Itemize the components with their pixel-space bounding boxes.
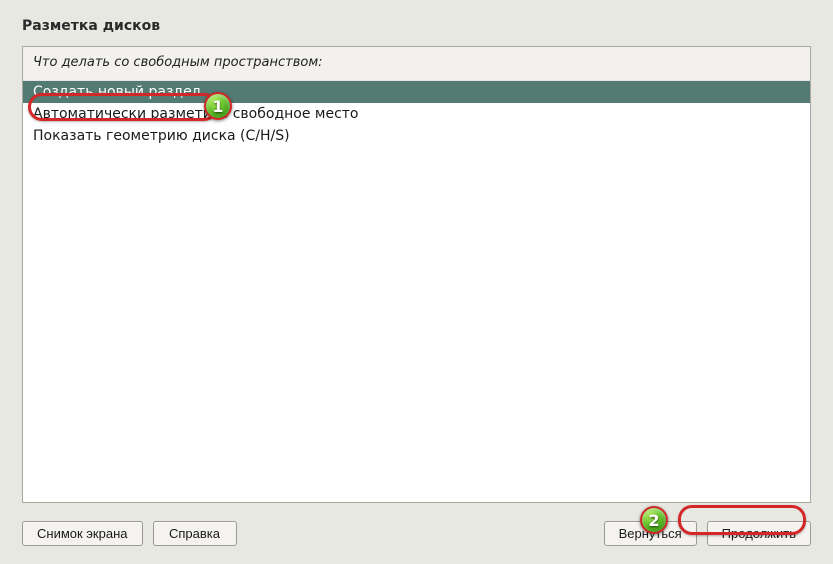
window-title: Разметка дисков [0,0,833,46]
back-button[interactable]: Вернуться [604,521,697,546]
continue-button[interactable]: Продолжить [707,521,811,546]
option-create-new-partition[interactable]: Создать новый раздел [23,81,810,103]
content-frame: Что делать со свободным пространством: С… [22,46,811,503]
option-auto-partition[interactable]: Автоматически разметить свободное место [23,103,810,125]
installer-window: Разметка дисков Что делать со свободным … [0,0,833,564]
button-bar: Снимок экрана Справка Вернуться Продолжи… [0,513,833,564]
prompt-text: Что делать со свободным пространством: [23,47,810,81]
help-button[interactable]: Справка [153,521,237,546]
spacer [247,521,594,546]
option-show-geometry[interactable]: Показать геометрию диска (C/H/S) [23,125,810,147]
screenshot-button[interactable]: Снимок экрана [22,521,143,546]
options-list: Создать новый раздел Автоматически разме… [23,81,810,502]
